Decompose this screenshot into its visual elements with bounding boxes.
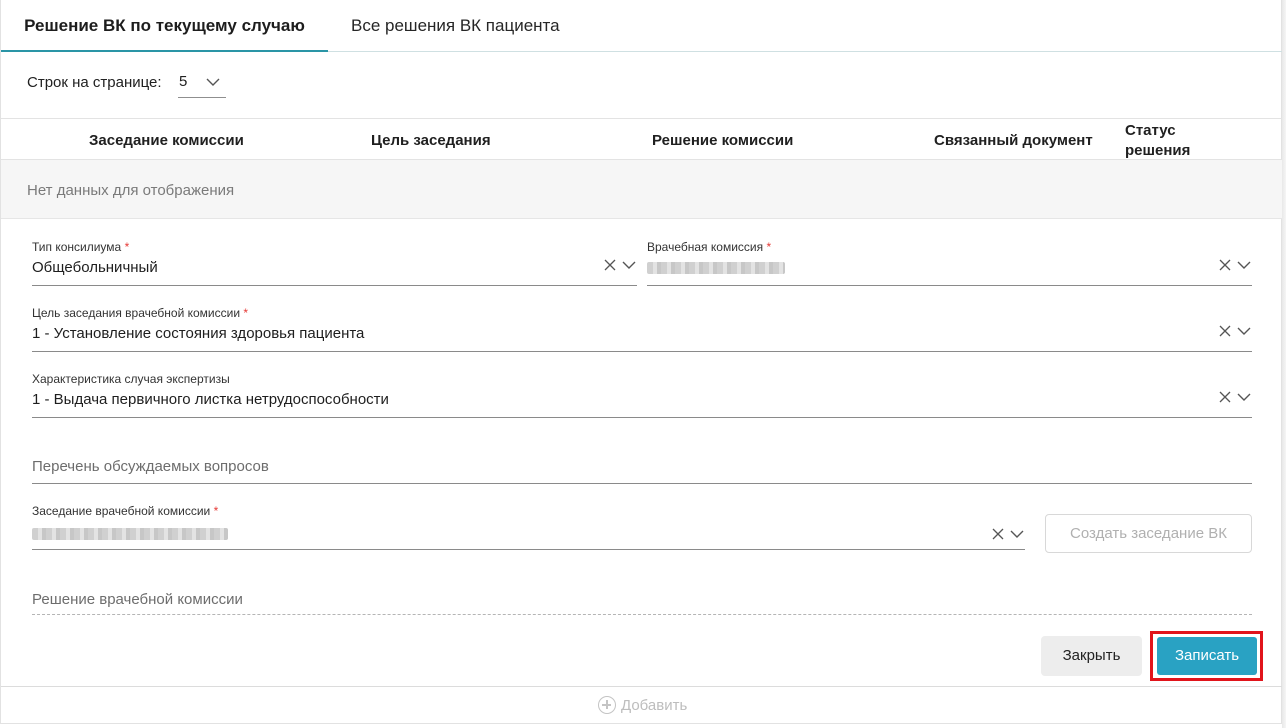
create-meeting-button[interactable]: Создать заседание ВК [1045, 514, 1252, 553]
footer-bar: Добавить [1, 686, 1283, 724]
empty-message: Нет данных для отображения [27, 182, 235, 199]
add-button-label: Добавить [621, 696, 688, 714]
plus-circle-icon [598, 696, 616, 714]
medical-commission-value [647, 259, 785, 278]
close-button[interactable]: Закрыть [1041, 636, 1142, 676]
tab-all-decisions[interactable]: Все решения ВК пациента [351, 16, 560, 52]
table-empty-row: Нет данных для отображения [1, 160, 1283, 219]
commission-meeting-label: Заседание врачебной комиссии * [32, 504, 219, 518]
save-button[interactable]: Записать [1157, 637, 1257, 675]
case-characteristic-value: 1 - Выдача первичного листка нетрудоспос… [32, 391, 389, 408]
field-underline [32, 417, 1252, 418]
clear-icon[interactable] [1218, 258, 1232, 272]
chevron-down-icon[interactable] [1009, 527, 1025, 541]
field-underline [32, 549, 1025, 550]
clear-icon[interactable] [991, 527, 1005, 541]
consilium-type-label: Тип консилиума * [32, 240, 130, 254]
table-header: Заседание комиссии Цель заседания Решени… [1, 118, 1283, 160]
col-header-goal[interactable]: Цель заседания [371, 132, 491, 149]
case-characteristic-label: Характеристика случая экспертизы [32, 372, 230, 386]
dashed-underline [32, 614, 1252, 615]
consilium-type-value: Общебольничный [32, 259, 158, 276]
commission-meeting-select[interactable]: Заседание врачебной комиссии * [32, 504, 1025, 550]
chevron-down-icon [205, 74, 221, 90]
medical-commission-select[interactable]: Врачебная комиссия * [647, 240, 1252, 286]
chevron-down-icon[interactable] [1236, 324, 1252, 338]
questions-placeholder: Перечень обсуждаемых вопросов [32, 458, 269, 475]
field-underline [32, 483, 1252, 484]
field-underline [32, 285, 637, 286]
questions-input[interactable]: Перечень обсуждаемых вопросов [32, 450, 1252, 484]
rows-per-page-value: 5 [179, 73, 188, 90]
clear-icon[interactable] [603, 258, 617, 272]
field-underline [647, 285, 1252, 286]
consilium-type-select[interactable]: Тип консилиума * Общебольничный [32, 240, 637, 286]
meeting-goal-select[interactable]: Цель заседания врачебной комиссии * 1 - … [32, 306, 1252, 352]
case-characteristic-select[interactable]: Характеристика случая экспертизы 1 - Выд… [32, 372, 1252, 418]
rows-per-page-label: Строк на странице: [27, 74, 162, 91]
meeting-goal-label: Цель заседания врачебной комиссии * [32, 306, 249, 320]
col-header-status[interactable]: Статус решения [1125, 121, 1205, 161]
meeting-goal-value: 1 - Установление состояния здоровья паци… [32, 325, 365, 342]
clear-icon[interactable] [1218, 324, 1232, 338]
redacted-value-image [32, 528, 228, 540]
dialog-frame: Решение ВК по текущему случаю Все решени… [0, 0, 1283, 724]
col-header-document[interactable]: Связанный документ [934, 132, 1093, 149]
col-header-decision[interactable]: Решение комиссии [652, 132, 793, 149]
tab-current-case[interactable]: Решение ВК по текущему случаю [1, 16, 328, 52]
commission-decision-placeholder: Решение врачебной комиссии [32, 591, 243, 608]
chevron-down-icon[interactable] [1236, 258, 1252, 272]
chevron-down-icon[interactable] [621, 258, 637, 272]
right-edge-shadow [1282, 0, 1286, 728]
chevron-down-icon[interactable] [1236, 390, 1252, 404]
field-underline [32, 351, 1252, 352]
col-header-meeting[interactable]: Заседание комиссии [89, 132, 244, 149]
add-button[interactable]: Добавить [598, 696, 687, 714]
medical-commission-label: Врачебная комиссия * [647, 240, 772, 254]
rows-per-page-select[interactable]: 5 [178, 72, 226, 98]
redacted-value-image [647, 262, 785, 274]
tab-bar: Решение ВК по текущему случаю Все решени… [1, 0, 1283, 52]
commission-decision-input[interactable]: Решение врачебной комиссии [32, 588, 1252, 614]
clear-icon[interactable] [1218, 390, 1232, 404]
commission-meeting-value [32, 523, 228, 544]
